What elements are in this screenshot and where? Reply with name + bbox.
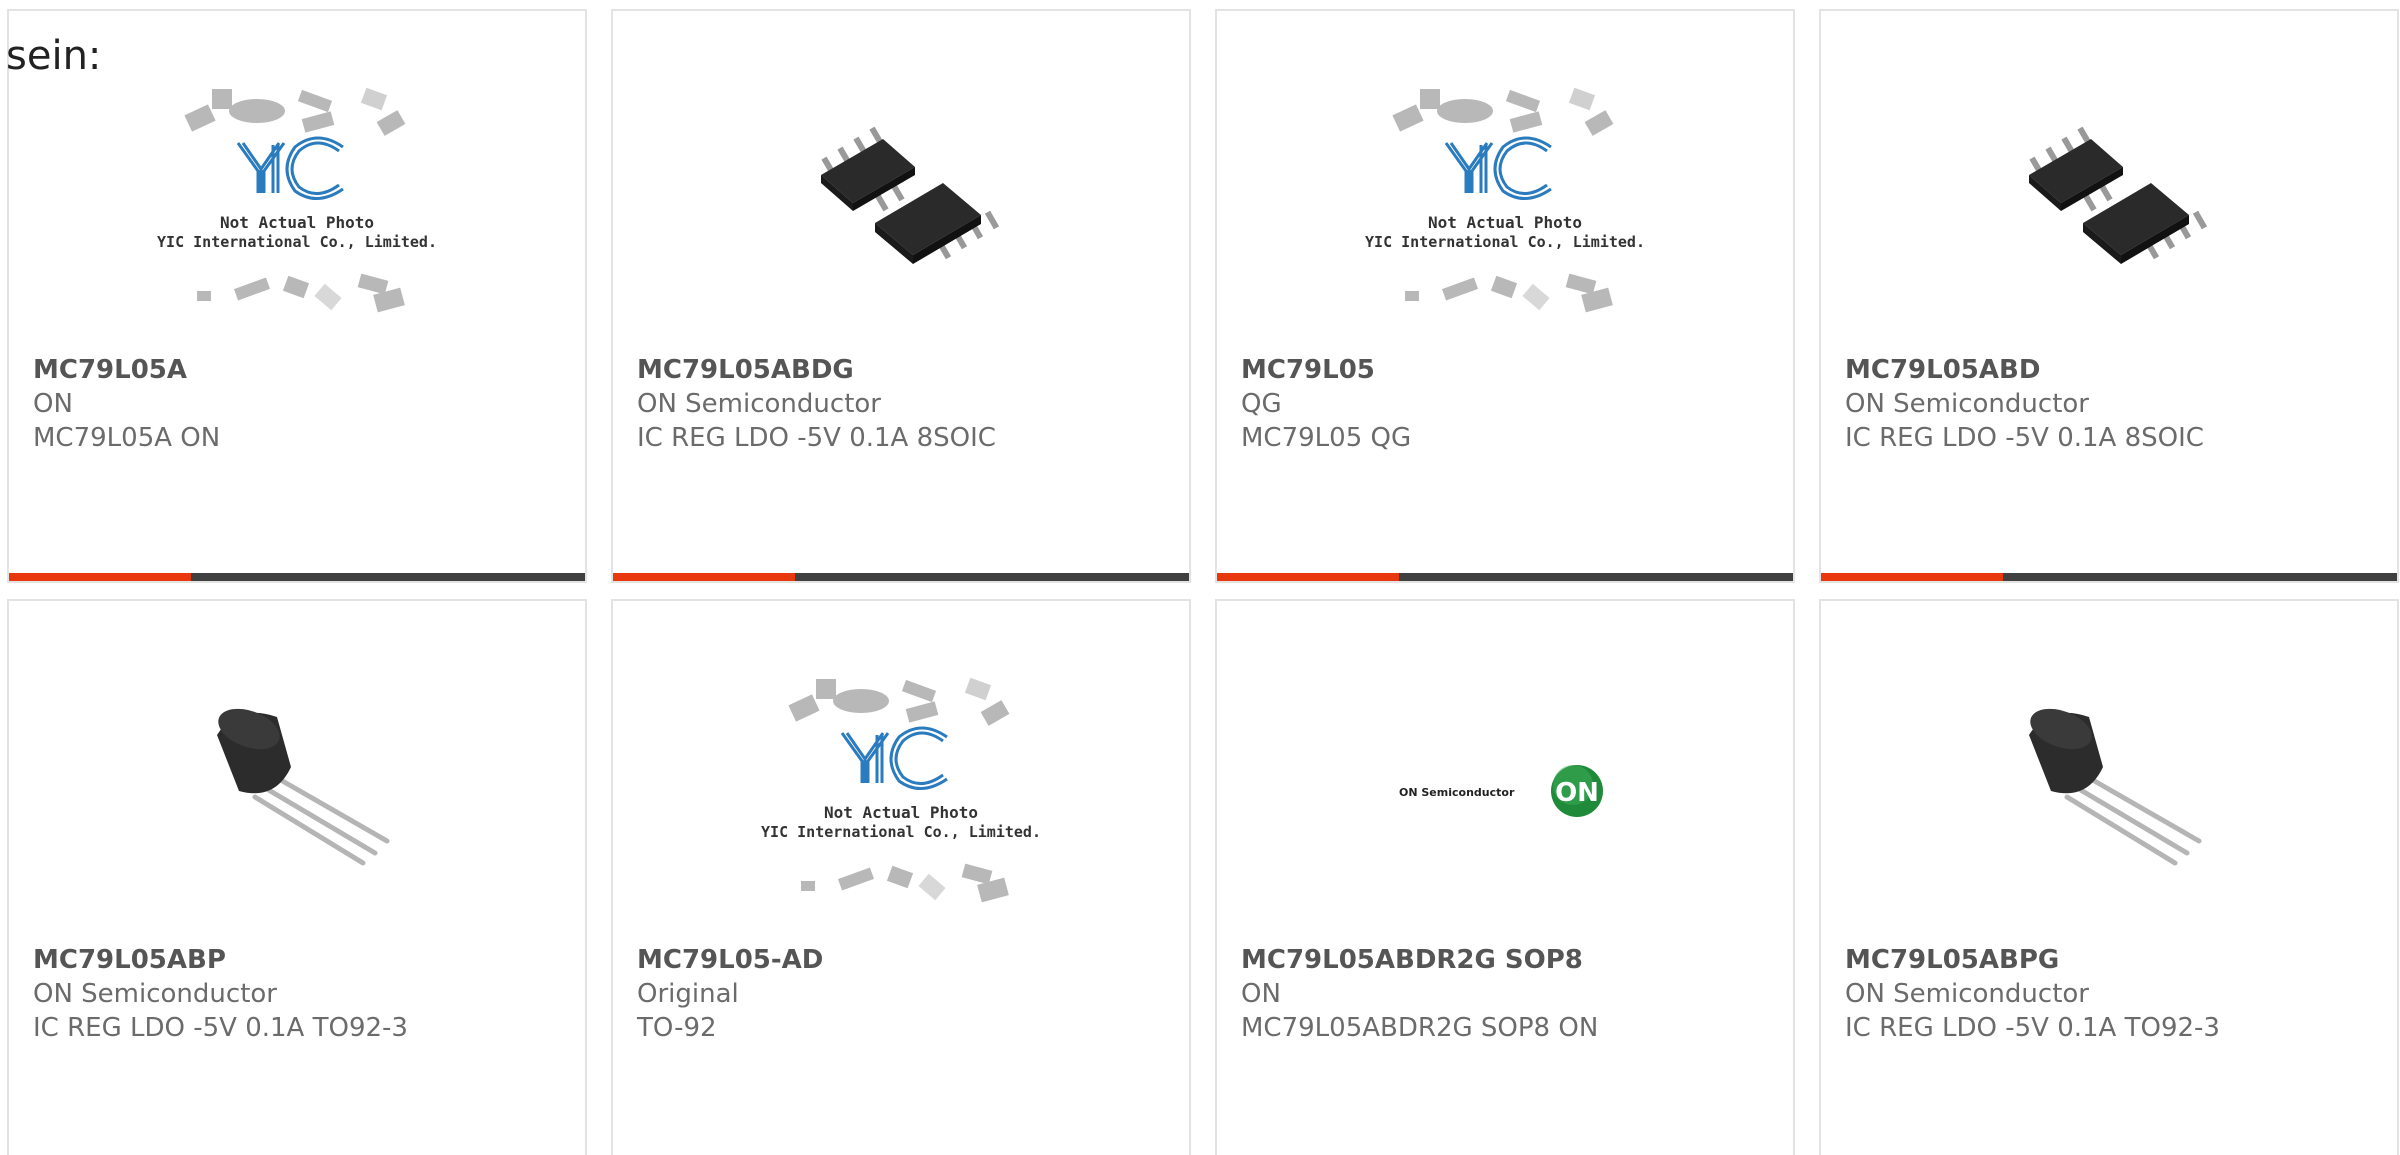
placeholder-line2: YIC International Co., Limited. bbox=[1365, 233, 1645, 251]
description: IC REG LDO -5V 0.1A 8SOIC bbox=[637, 423, 996, 453]
manufacturer: Original bbox=[637, 979, 739, 1009]
to92-transistor-image bbox=[2029, 708, 2202, 866]
yic-placeholder-image: Not Actual Photo YIC International Co., … bbox=[1365, 87, 1645, 313]
intro-text: sein: bbox=[6, 33, 102, 79]
product-image[interactable] bbox=[1949, 661, 2269, 921]
part-number[interactable]: MC79L05ABP bbox=[33, 943, 569, 977]
card-bar bbox=[613, 573, 1189, 581]
product-info: MC79L05 QG MC79L05 QG bbox=[1241, 353, 1777, 455]
product-image[interactable]: Not Actual Photo YIC International Co., … bbox=[1345, 71, 1665, 331]
product-info: MC79L05ABP ON Semiconductor IC REG LDO -… bbox=[33, 943, 569, 1045]
product-grid: Not Actual Photo YIC International Co., … bbox=[7, 9, 2400, 1155]
description: IC REG LDO -5V 0.1A TO92-3 bbox=[33, 1013, 408, 1043]
manufacturer: ON Semiconductor bbox=[1845, 979, 2089, 1009]
product-info: MC79L05ABDG ON Semiconductor IC REG LDO … bbox=[637, 353, 1173, 455]
card-bar-accent bbox=[613, 573, 795, 581]
part-number[interactable]: MC79L05-AD bbox=[637, 943, 1173, 977]
product-info: MC79L05A ON MC79L05A ON bbox=[33, 353, 569, 455]
product-image[interactable] bbox=[137, 661, 457, 921]
placeholder-line1: Not Actual Photo bbox=[220, 213, 374, 232]
description: MC79L05ABDR2G SOP8 ON bbox=[1241, 1013, 1599, 1043]
part-number[interactable]: MC79L05ABDG bbox=[637, 353, 1173, 387]
manufacturer: ON bbox=[33, 389, 73, 419]
placeholder-line2: YIC International Co., Limited. bbox=[157, 233, 437, 251]
product-image[interactable]: ON Semiconductor ON bbox=[1345, 661, 1665, 921]
description: MC79L05A ON bbox=[33, 423, 221, 453]
placeholder-line1: Not Actual Photo bbox=[824, 803, 978, 822]
part-number[interactable]: MC79L05ABDR2G SOP8 bbox=[1241, 943, 1777, 977]
soic8-chip-image bbox=[2029, 126, 2208, 264]
product-card[interactable]: Not Actual Photo YIC International Co., … bbox=[1215, 9, 1795, 583]
part-number[interactable]: MC79L05ABD bbox=[1845, 353, 2381, 387]
card-bar-accent bbox=[1821, 573, 2003, 581]
description: IC REG LDO -5V 0.1A TO92-3 bbox=[1845, 1013, 2220, 1043]
description: MC79L05 QG bbox=[1241, 423, 1412, 453]
product-grid-page: sein: Not Actual Photo YIC International… bbox=[0, 0, 2400, 1155]
product-card[interactable]: ON Semiconductor ON MC79L05ABDR2G SOP8 O… bbox=[1215, 599, 1795, 1155]
product-info: MC79L05ABD ON Semiconductor IC REG LDO -… bbox=[1845, 353, 2381, 455]
soic8-chip-image bbox=[821, 126, 1000, 264]
part-number[interactable]: MC79L05A bbox=[33, 353, 569, 387]
on-semiconductor-logo-image: ON Semiconductor ON bbox=[1399, 765, 1603, 817]
manufacturer: ON Semiconductor bbox=[637, 389, 881, 419]
product-image[interactable]: Not Actual Photo YIC International Co., … bbox=[137, 71, 457, 331]
description: IC REG LDO -5V 0.1A 8SOIC bbox=[1845, 423, 2204, 453]
svg-text:ON: ON bbox=[1555, 778, 1599, 808]
manufacturer: QG bbox=[1241, 389, 1282, 419]
product-image[interactable] bbox=[1949, 71, 2269, 331]
to92-transistor-image bbox=[217, 708, 390, 866]
placeholder-line1: Not Actual Photo bbox=[1428, 213, 1582, 232]
product-card[interactable]: MC79L05ABP ON Semiconductor IC REG LDO -… bbox=[7, 599, 587, 1155]
card-bar bbox=[1821, 573, 2397, 581]
manufacturer: ON Semiconductor bbox=[1845, 389, 2089, 419]
manufacturer: ON bbox=[1241, 979, 1281, 1009]
placeholder-line2: YIC International Co., Limited. bbox=[761, 823, 1041, 841]
product-info: MC79L05ABPG ON Semiconductor IC REG LDO … bbox=[1845, 943, 2381, 1045]
product-card[interactable]: MC79L05ABPG ON Semiconductor IC REG LDO … bbox=[1819, 599, 2399, 1155]
product-card[interactable]: Not Actual Photo YIC International Co., … bbox=[7, 9, 587, 583]
yic-placeholder-image: Not Actual Photo YIC International Co., … bbox=[761, 677, 1041, 903]
part-number[interactable]: MC79L05 bbox=[1241, 353, 1777, 387]
product-info: MC79L05ABDR2G SOP8 ON MC79L05ABDR2G SOP8… bbox=[1241, 943, 1777, 1045]
product-card[interactable]: MC79L05ABD ON Semiconductor IC REG LDO -… bbox=[1819, 9, 2399, 583]
card-bar-accent bbox=[1217, 573, 1399, 581]
product-image[interactable]: Not Actual Photo YIC International Co., … bbox=[741, 661, 1061, 921]
product-card[interactable]: Not Actual Photo YIC International Co., … bbox=[611, 599, 1191, 1155]
product-info: MC79L05-AD Original TO-92 bbox=[637, 943, 1173, 1045]
on-logo-text: ON Semiconductor bbox=[1399, 786, 1515, 799]
card-bar bbox=[1217, 573, 1793, 581]
manufacturer: ON Semiconductor bbox=[33, 979, 277, 1009]
product-image[interactable] bbox=[741, 71, 1061, 331]
card-bar-accent bbox=[9, 573, 191, 581]
description: TO-92 bbox=[637, 1013, 717, 1043]
product-card[interactable]: MC79L05ABDG ON Semiconductor IC REG LDO … bbox=[611, 9, 1191, 583]
part-number[interactable]: MC79L05ABPG bbox=[1845, 943, 2381, 977]
card-bar bbox=[9, 573, 585, 581]
yic-placeholder-image: Not Actual Photo YIC International Co., … bbox=[157, 87, 437, 313]
